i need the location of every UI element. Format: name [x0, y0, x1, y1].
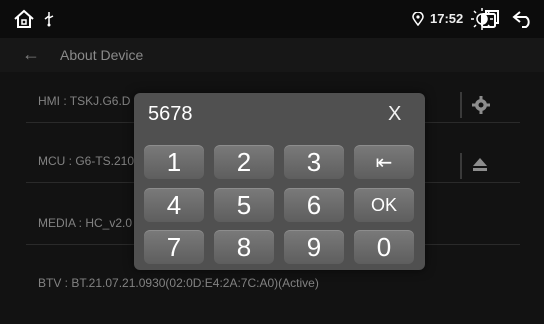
key-9[interactable]: 9: [284, 230, 344, 264]
row-divider: [460, 153, 462, 179]
ok-key[interactable]: OK: [354, 188, 414, 222]
clock: 17:52: [430, 11, 464, 26]
numeric-keypad-dialog: 5678 X 1 2 3 ⇤ 4 5 6 OK 7 8 9 0: [134, 93, 425, 270]
recent-apps-glyph: [479, 9, 501, 29]
row-label: BTV : BT.21.07.21.0930(02:0D:E4:2A:7C:A0…: [38, 276, 319, 290]
row-label: MEDIA : HC_v2.0: [38, 216, 133, 230]
row-label: HMI : TSKJ.G6.D: [38, 94, 131, 108]
key-4[interactable]: 4: [144, 188, 204, 222]
key-8[interactable]: 8: [214, 230, 274, 264]
key-7[interactable]: 7: [144, 230, 204, 264]
page-title: About Device: [60, 47, 144, 63]
usb-icon: [42, 10, 56, 28]
key-3[interactable]: 3: [284, 145, 344, 179]
key-2[interactable]: 2: [214, 145, 274, 179]
key-6[interactable]: 6: [284, 188, 344, 222]
row-divider: [460, 92, 462, 118]
gear-icon[interactable]: [472, 96, 490, 114]
location-icon: [412, 12, 424, 26]
back-icon[interactable]: [512, 9, 534, 29]
status-bar: 17:52: [0, 0, 544, 38]
backspace-key[interactable]: ⇤: [354, 145, 414, 179]
eject-icon[interactable]: [472, 157, 490, 173]
key-1[interactable]: 1: [144, 145, 204, 179]
keypad-display: 5678: [148, 103, 193, 125]
key-0[interactable]: 0: [354, 230, 414, 264]
info-row-btv: BTV : BT.21.07.21.0930(02:0D:E4:2A:7C:A0…: [26, 264, 520, 304]
close-button[interactable]: X: [388, 103, 401, 126]
back-arrow-icon[interactable]: ←: [22, 44, 40, 65]
home-icon[interactable]: [12, 8, 36, 30]
key-5[interactable]: 5: [214, 188, 274, 222]
title-bar: ← About Device: [0, 38, 544, 72]
row-label: MCU : G6-TS.210: [38, 154, 135, 168]
